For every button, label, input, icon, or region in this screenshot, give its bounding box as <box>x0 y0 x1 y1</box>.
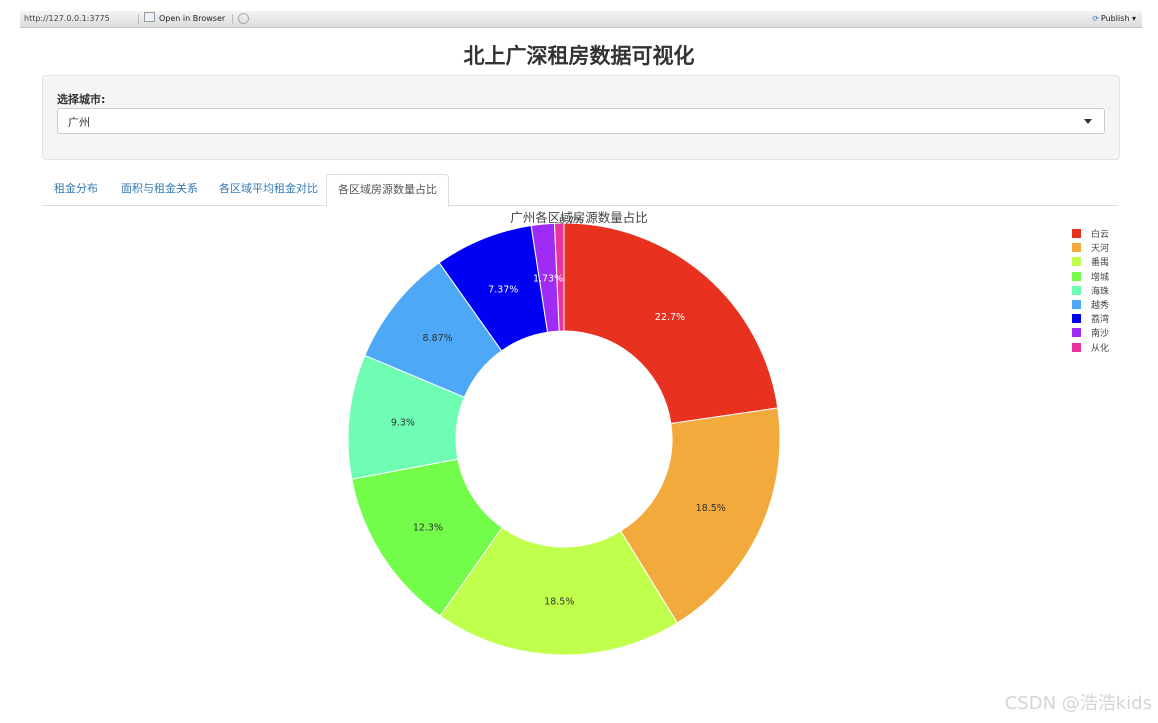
legend-item[interactable]: 南沙 <box>1072 327 1109 341</box>
legend-item[interactable]: 增城 <box>1072 271 1109 285</box>
legend-label: 天河 <box>1091 244 1110 255</box>
legend-swatch <box>1072 299 1081 309</box>
pie-slice-1[interactable] <box>563 222 779 425</box>
legend-label: 番禺 <box>1091 258 1110 269</box>
slice-label-5: 9.3% <box>391 418 415 429</box>
legend-label: 荔湾 <box>1091 315 1110 326</box>
legend-label: 南沙 <box>1091 329 1110 340</box>
watermark: CSDN @浩浩kids <box>1004 693 1152 714</box>
legend-item[interactable]: 荔湾 <box>1072 313 1109 327</box>
legend-label: 从化 <box>1091 343 1110 354</box>
legend-swatch <box>1072 328 1081 338</box>
legend-item[interactable]: 海珠 <box>1072 285 1109 299</box>
legend-swatch <box>1072 342 1081 352</box>
slice-label-2: 18.5% <box>696 503 726 514</box>
legend-label: 越秀 <box>1091 300 1110 311</box>
legend-item[interactable]: 天河 <box>1072 242 1109 256</box>
chart-legend: 白云天河番禺增城海珠越秀荔湾南沙从化 <box>1072 228 1109 356</box>
legend-swatch <box>1072 285 1081 295</box>
legend-item[interactable]: 白云 <box>1072 228 1109 242</box>
legend-swatch <box>1072 243 1081 253</box>
legend-swatch <box>1072 257 1081 267</box>
legend-label: 白云 <box>1091 230 1110 240</box>
legend-item[interactable]: 越秀 <box>1072 299 1109 313</box>
donut-chart: 22.7% 18.5% 18.5% 12.3% 9.3% 8.87% 7.37% 1.73% 0… <box>347 216 781 656</box>
legend-label: 增城 <box>1091 272 1110 283</box>
slice-label-8: 1.73% <box>533 273 563 284</box>
slice-label-3: 18.5% <box>544 596 574 607</box>
slice-label-4: 12.3% <box>413 522 443 533</box>
legend-item[interactable]: 番禺 <box>1072 256 1109 270</box>
legend-swatch <box>1072 229 1081 238</box>
slice-label-6: 8.87% <box>423 333 453 344</box>
slice-label-1: 22.7% <box>655 312 685 323</box>
slice-label-7: 7.37% <box>488 284 518 295</box>
legend-label: 海珠 <box>1091 286 1110 297</box>
slice-label-9: 0.7% <box>559 216 583 227</box>
legend-swatch <box>1072 271 1081 281</box>
legend-swatch <box>1072 314 1081 324</box>
legend-item[interactable]: 从化 <box>1072 342 1109 356</box>
